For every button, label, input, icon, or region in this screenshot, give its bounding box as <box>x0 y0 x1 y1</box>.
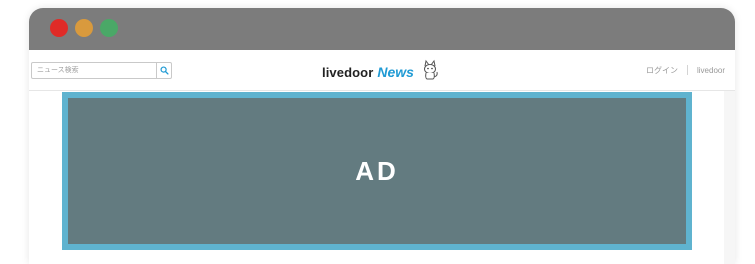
ad-label: AD <box>355 155 399 186</box>
search-button[interactable] <box>156 63 171 78</box>
close-window-button[interactable] <box>50 19 68 37</box>
livedoor-home-link[interactable]: livedoor <box>697 66 725 75</box>
header-links: ログイン livedoor <box>646 64 725 76</box>
login-link[interactable]: ログイン <box>646 65 678 76</box>
logo-livedoor-text: livedoor <box>322 64 374 80</box>
window-titlebar <box>29 8 735 50</box>
browser-window: livedoor News ログイン livedoor AD <box>29 8 735 264</box>
search-icon <box>159 66 169 75</box>
site-header: livedoor News ログイン livedoor <box>29 50 735 91</box>
logo-news-text: News <box>377 64 414 80</box>
news-search <box>31 62 172 79</box>
news-search-input[interactable] <box>32 63 161 78</box>
link-divider <box>686 65 688 75</box>
minimize-window-button[interactable] <box>75 19 93 37</box>
scroll-gutter <box>724 91 735 264</box>
zoom-window-button[interactable] <box>100 19 118 37</box>
mascot-icon <box>423 59 438 80</box>
site-logo[interactable]: livedoor News <box>322 59 440 82</box>
ad-banner[interactable]: AD <box>62 92 692 250</box>
